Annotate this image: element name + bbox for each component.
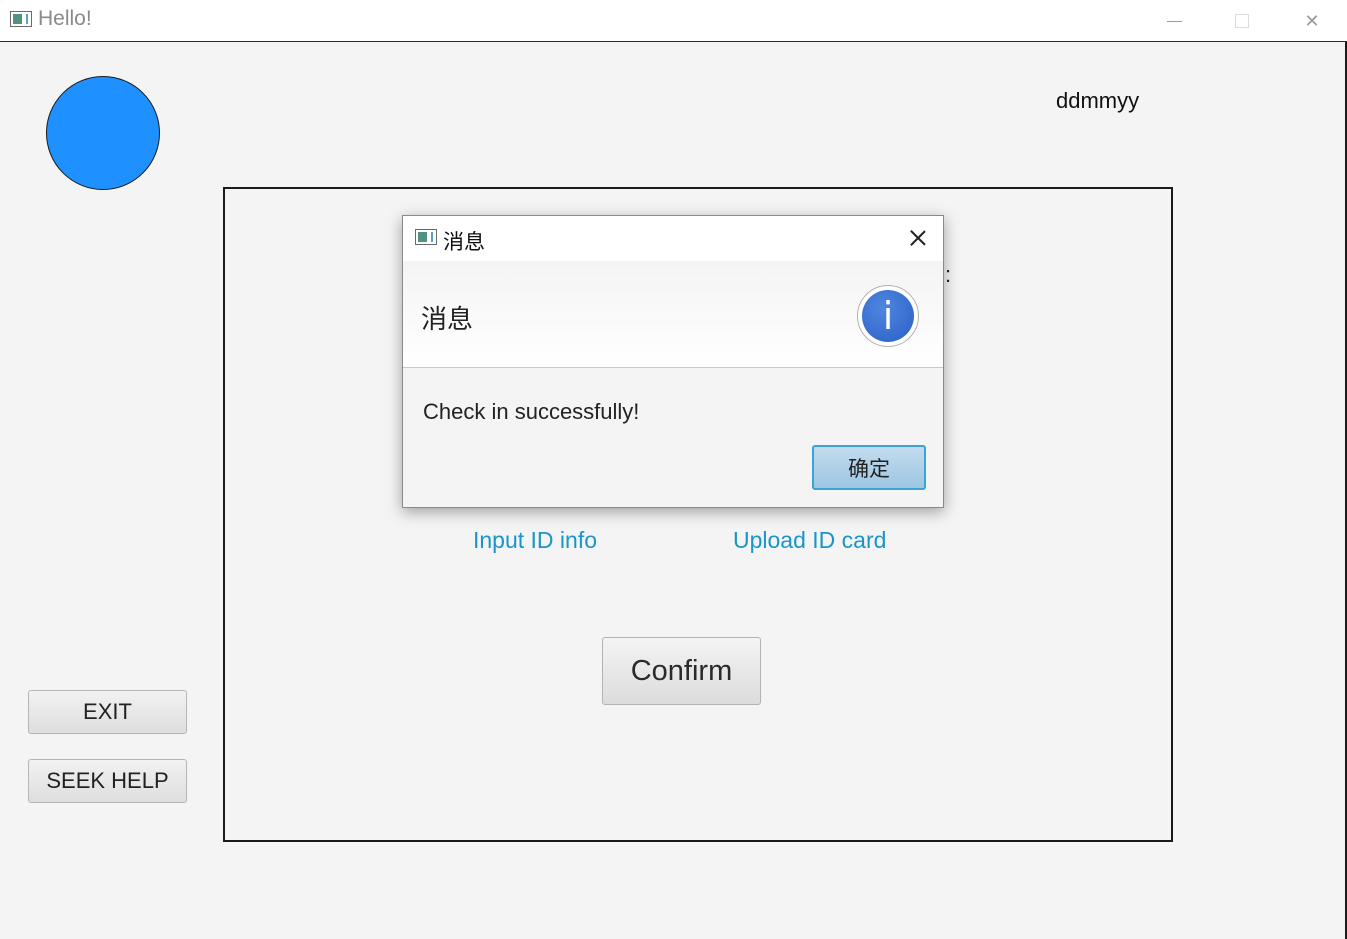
info-icon: i <box>857 285 919 347</box>
seek-help-button[interactable]: SEEK HELP <box>28 759 187 803</box>
exit-button[interactable]: EXIT <box>28 690 187 734</box>
dialog-title-bar: 消息 <box>403 216 943 261</box>
upload-id-card-link[interactable]: Upload ID card <box>733 527 886 554</box>
close-button[interactable]: ✕ <box>1278 0 1346 42</box>
main-window: Hello! ✕ ddmmyy EXIT SEEK HELP : Input I… <box>0 0 1347 939</box>
dialog-header-text: 消息 <box>421 304 474 334</box>
close-icon: ✕ <box>1304 10 1320 31</box>
dialog-window-icon <box>415 229 437 245</box>
maximize-icon <box>1235 14 1249 28</box>
field-separator: : <box>945 262 952 287</box>
dialog-title: 消息 <box>443 231 485 254</box>
date-label: ddmmyy <box>1056 88 1140 113</box>
title-bar: Hello! ✕ <box>0 0 1347 42</box>
dialog-message: Check in successfully! <box>423 399 640 424</box>
avatar <box>46 76 160 190</box>
window-title: Hello! <box>38 7 92 30</box>
message-dialog: 消息 消息 i Check in successfully! 确定 <box>402 215 944 508</box>
minimize-button[interactable] <box>1140 0 1208 42</box>
input-id-info-link[interactable]: Input ID info <box>473 527 597 554</box>
confirm-button[interactable]: Confirm <box>602 637 761 705</box>
app-window-icon <box>10 11 32 27</box>
minimize-icon <box>1166 20 1182 22</box>
maximize-button[interactable] <box>1208 0 1276 42</box>
ok-button[interactable]: 确定 <box>812 445 926 490</box>
dialog-close-icon[interactable] <box>903 224 933 252</box>
dialog-header: 消息 i <box>403 261 943 368</box>
